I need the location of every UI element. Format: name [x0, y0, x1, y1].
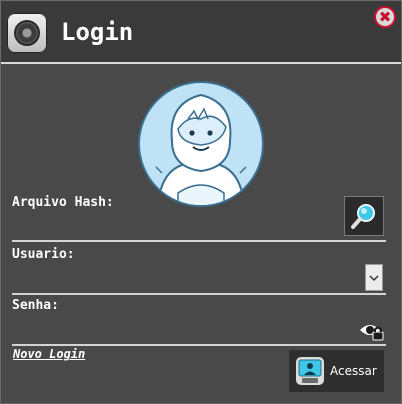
user-monitor-icon — [296, 357, 324, 385]
user-dropdown-button[interactable] — [365, 264, 383, 291]
password-toggle-button[interactable] — [359, 319, 385, 343]
safe-dial-icon — [7, 13, 47, 53]
yeti-avatar — [138, 81, 264, 207]
access-button[interactable]: Acessar — [289, 350, 384, 392]
window-title: Login — [61, 18, 134, 46]
access-button-label: Acessar — [330, 364, 377, 378]
magnifier-icon — [351, 204, 375, 229]
close-icon: ✖ — [378, 7, 392, 26]
eye-lock-icon — [360, 325, 384, 341]
hash-file-label: Arquivo Hash: — [12, 195, 114, 210]
hash-field-underline[interactable] — [12, 240, 386, 242]
title-divider — [1, 62, 401, 64]
close-button[interactable]: ✖ — [374, 6, 396, 28]
login-window: Login ✖ Arquivo Hash: Usuario: Senha: No… — [0, 0, 402, 404]
chevron-down-icon — [369, 274, 379, 281]
password-label: Senha: — [12, 298, 59, 313]
user-field-underline[interactable] — [12, 293, 386, 295]
title-bar: Login ✖ — [1, 1, 401, 63]
new-login-link[interactable]: Novo Login — [13, 347, 85, 361]
user-label: Usuario: — [12, 247, 75, 262]
password-field-underline[interactable] — [12, 344, 386, 346]
browse-hash-button[interactable] — [344, 196, 384, 236]
